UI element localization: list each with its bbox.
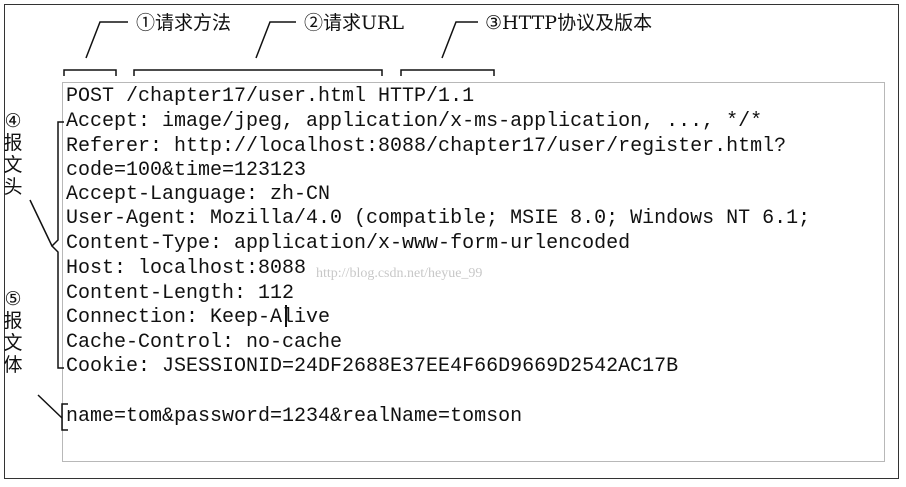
request-line: POST /chapter17/user.html HTTP/1.1 bbox=[66, 85, 475, 108]
side-label-body: ⑤ 报 文 体 bbox=[2, 288, 24, 376]
side-label-body-char: 文 bbox=[3, 332, 23, 354]
side-label-headers-char: 头 bbox=[3, 176, 23, 198]
header-user-agent: User-Agent: Mozilla/4.0 (compatible; MSI… bbox=[66, 207, 811, 230]
text-cursor bbox=[285, 305, 287, 327]
header-accept-language: Accept-Language: zh-CN bbox=[66, 183, 331, 206]
request-body: name=tom&password=1234&realName=tomson bbox=[66, 405, 523, 428]
header-content-length: Content-Length: 112 bbox=[66, 282, 295, 305]
side-label-body-char: 体 bbox=[3, 354, 23, 376]
watermark: http://blog.csdn.net/heyue_99 bbox=[316, 266, 483, 281]
side-label-headers: ④ 报 文 头 bbox=[2, 110, 24, 198]
header-cache-control: Cache-Control: no-cache bbox=[66, 331, 343, 354]
header-referer: Referer: http://localhost:8088/chapter17… bbox=[66, 135, 787, 158]
side-label-body-char: 报 bbox=[3, 310, 23, 332]
side-label-body-number: ⑤ bbox=[4, 288, 22, 310]
header-content-type: Content-Type: application/x-www-form-url… bbox=[66, 232, 631, 255]
side-label-headers-number: ④ bbox=[4, 110, 22, 132]
header-referer-cont: code=100&time=123123 bbox=[66, 159, 307, 182]
header-host: Host: localhost:8088 bbox=[66, 257, 307, 280]
header-connection: Connection: Keep-Alive bbox=[66, 306, 331, 329]
header-cookie: Cookie: JSESSIONID=24DF2688E37EE4F66D966… bbox=[66, 355, 679, 378]
side-label-headers-char: 报 bbox=[3, 132, 23, 154]
header-accept: Accept: image/jpeg, application/x-ms-app… bbox=[66, 110, 763, 133]
side-label-headers-char: 文 bbox=[3, 154, 23, 176]
